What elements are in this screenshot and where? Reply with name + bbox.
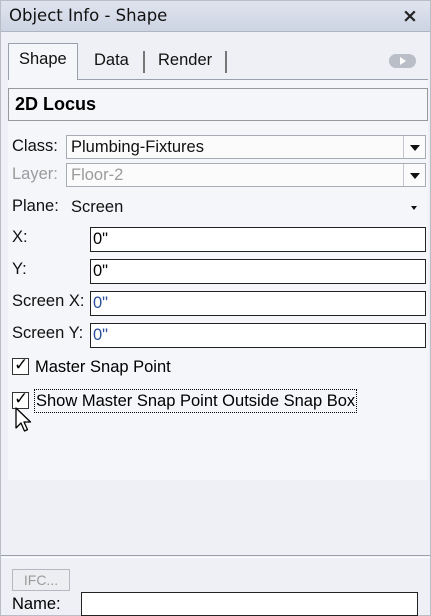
show-outside-snap-box-row[interactable]: ✓ Show Master Snap Point Outside Snap Bo… [12,389,422,414]
scroll-right-icon[interactable] [389,54,416,68]
x-field[interactable]: 0" [90,227,426,252]
chevron-down-icon[interactable] [403,164,425,186]
name-label: Name: [12,595,61,613]
checkmark-icon: ✓ [14,389,29,409]
footer-divider-highlight [1,557,430,558]
title-bar[interactable]: Object Info - Shape × [1,1,430,32]
class-label: Class: [12,137,58,155]
window-title: Object Info - Shape [9,6,168,25]
master-snap-point-checkbox[interactable]: ✓ [12,355,29,375]
x-label: X: [12,228,28,246]
mouse-pointer-icon [15,407,32,432]
object-info-palette: Object Info - Shape × Shape Data Render … [0,0,431,616]
footer-divider [1,555,430,556]
class-value: Plumbing-Fixtures [71,138,204,156]
class-dropdown[interactable]: Plumbing-Fixtures [66,135,426,159]
chevron-down-icon[interactable] [403,196,425,218]
layer-dropdown[interactable]: Floor-2 [66,163,426,187]
master-snap-point-row[interactable]: ✓ Master Snap Point [12,355,312,380]
name-field[interactable] [81,592,418,616]
tab-separator [143,51,145,73]
plane-dropdown[interactable]: Screen [66,195,426,219]
y-label: Y: [12,260,27,278]
show-outside-snap-box-label: Show Master Snap Point Outside Snap Box [33,389,358,413]
tab-shape[interactable]: Shape [8,43,78,80]
shape-pane: 2D Locus Class: Plumbing-Fixtures Layer:… [8,80,428,480]
object-type-heading: 2D Locus [8,88,428,121]
tab-separator [225,51,227,73]
master-snap-point-label: Master Snap Point [35,358,171,376]
screen-x-field[interactable]: 0" [90,291,426,316]
layer-value: Floor-2 [71,166,124,184]
tab-render[interactable]: Render [148,45,222,77]
close-icon[interactable]: × [400,5,420,27]
screen-y-label: Screen Y: [12,324,84,342]
layer-label: Layer: [12,165,58,183]
plane-value: Screen [71,198,124,216]
plane-label: Plane: [12,197,59,215]
tab-strip: Shape Data Render [8,39,428,80]
ifc-button[interactable]: IFC... [12,569,70,591]
y-field[interactable]: 0" [90,259,426,284]
checkmark-icon: ✓ [14,355,29,375]
screen-y-field[interactable]: 0" [90,323,426,348]
tab-data[interactable]: Data [84,45,139,77]
screen-x-label: Screen X: [12,292,85,310]
chevron-down-icon[interactable] [403,136,425,158]
